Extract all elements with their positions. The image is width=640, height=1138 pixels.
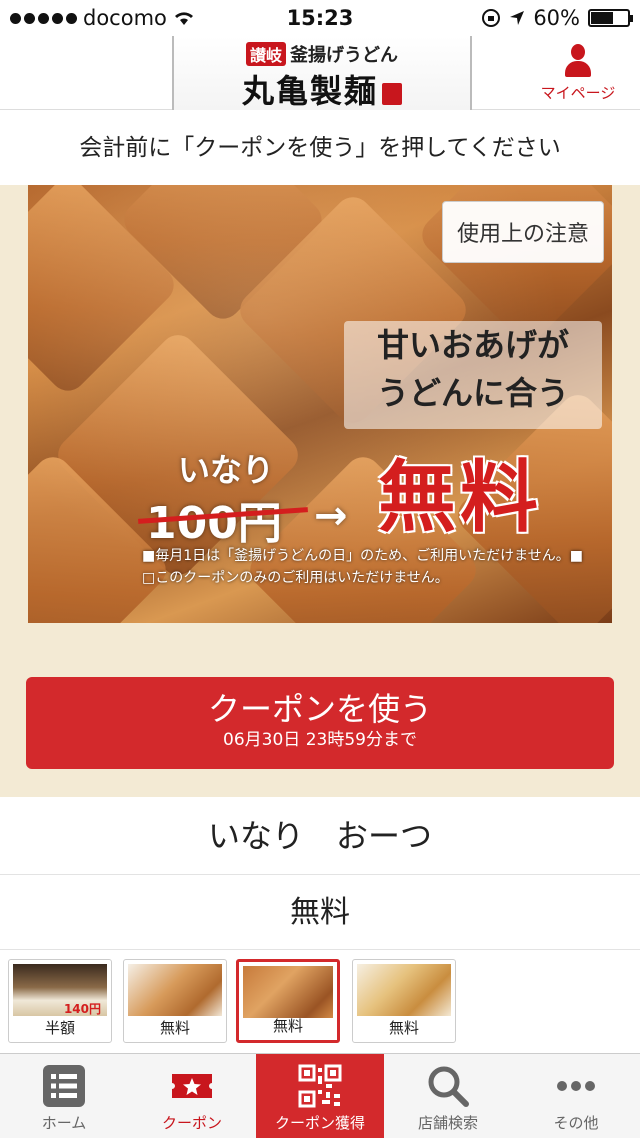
thumbnail-image [357, 964, 451, 1016]
thumbnail-label: 半額 [44, 1019, 75, 1037]
coupon-thumbnail[interactable]: 無料 [352, 959, 456, 1043]
tab-label: 店舗検索 [417, 1114, 478, 1132]
mypage-button[interactable]: マイページ [536, 44, 620, 103]
qr-code-icon [298, 1064, 342, 1108]
battery-icon [588, 9, 633, 27]
tab-more[interactable]: その他 [512, 1054, 640, 1138]
status-bar: docomo 15:23 60% [0, 0, 640, 36]
logo-badge: 讃岐 [245, 42, 286, 66]
logo-title: 丸亀製麺 [241, 72, 378, 110]
use-coupon-label: クーポンを使う [207, 690, 432, 728]
arrow-icon: → [314, 493, 348, 539]
tab-label: その他 [553, 1114, 599, 1132]
instruction-text: 会計前に「クーポンを使う」を押してください [0, 111, 640, 185]
coupon-thumbnail-selected[interactable]: 無料 [236, 959, 340, 1043]
seal-icon [382, 82, 402, 105]
coupon-thumbnail[interactable]: 140円 半額 [8, 959, 112, 1043]
list-icon [42, 1064, 86, 1108]
rotation-lock-icon [482, 9, 501, 27]
coupon-deadline: 06月30日 23時59分まで [223, 730, 417, 750]
coupon-item-label: いなり [178, 451, 275, 489]
fine-print-1: ■毎月1日は「釜揚げうどんの日」のため、ご利用いただけません。■ [142, 548, 583, 564]
fine-print-2: □このクーポンのみのご利用はいただけません。 [142, 570, 449, 586]
logo-subtitle: 釜揚げうどん [290, 45, 398, 66]
thumbnail-price: 140円 [63, 1002, 101, 1016]
battery-percent: 60% [533, 6, 580, 30]
use-coupon-button[interactable]: クーポンを使う 06月30日 23時59分まで [26, 677, 614, 769]
free-label: 無料 [378, 452, 543, 543]
tab-store-search[interactable]: 店舗検索 [384, 1054, 512, 1138]
tab-home[interactable]: ホーム [0, 1054, 128, 1138]
location-icon [510, 11, 525, 25]
coupon-item-name: いなり おーつ [0, 797, 640, 875]
app-header: 讃岐 釜揚げうどん 丸亀製麺 マイページ [0, 36, 640, 110]
mypage-label: マイページ [540, 84, 616, 102]
thumbnail-label: 無料 [272, 1017, 303, 1035]
ticket-icon [170, 1064, 214, 1108]
tab-coupon[interactable]: クーポン [128, 1054, 256, 1138]
thumbnail-image [128, 964, 222, 1016]
tab-label: クーポン [161, 1114, 222, 1132]
coupon-thumbnail-strip: 140円 半額 無料 無料 無料 [0, 951, 640, 1051]
thumbnail-image [243, 966, 333, 1018]
coupon-image: 使用上の注意 甘いおあげが うどんに合う いなり 100円 → 無料 ■毎月1日… [28, 185, 612, 623]
tab-label: クーポン獲得 [274, 1114, 365, 1132]
more-icon [554, 1064, 598, 1108]
catchphrase: 甘いおあげが うどんに合う [344, 321, 602, 429]
coupon-thumbnail[interactable]: 無料 [123, 959, 227, 1043]
thumbnail-label: 無料 [388, 1019, 419, 1037]
person-icon [563, 44, 593, 80]
bottom-tab-bar: ホーム クーポン クーポン獲得 店舗検索 その他 [0, 1053, 640, 1138]
catchphrase-line-2: うどんに合う [376, 374, 569, 412]
coupon-item-price: 無料 [0, 876, 640, 950]
coupon-area: 使用上の注意 甘いおあげが うどんに合う いなり 100円 → 無料 ■毎月1日… [0, 185, 640, 797]
thumbnail-label: 無料 [159, 1019, 190, 1037]
tab-coupon-acquire[interactable]: クーポン獲得 [256, 1054, 384, 1138]
catchphrase-line-1: 甘いおあげが [376, 326, 569, 364]
brand-logo: 讃岐 釜揚げうどん 丸亀製麺 [172, 36, 472, 110]
search-icon [426, 1064, 470, 1108]
tab-label: ホーム [41, 1114, 87, 1132]
usage-notes-button[interactable]: 使用上の注意 [441, 201, 604, 263]
